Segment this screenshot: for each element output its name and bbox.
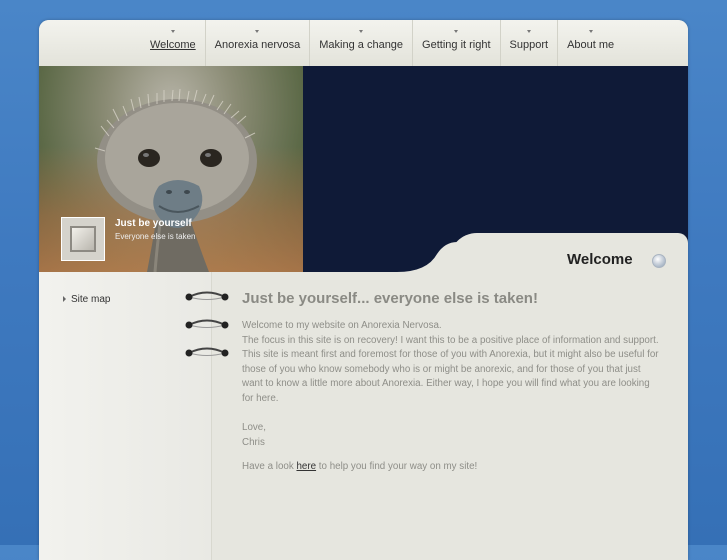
look-prefix: Have a look	[242, 461, 297, 472]
nav-item-about-me[interactable]: About me	[557, 20, 623, 66]
signature-text: Chris	[242, 436, 265, 448]
caption-logo-icon	[61, 217, 105, 261]
nav-link-support[interactable]: Support	[510, 39, 549, 51]
arrow-right-icon	[63, 296, 66, 303]
top-navigation: Welcome Anorexia nervosa Making a change…	[39, 20, 688, 67]
nav-indicator-icon	[359, 30, 364, 33]
welcome-tab: Welcome	[397, 233, 688, 272]
nav-item-getting-it-right[interactable]: Getting it right	[412, 20, 499, 66]
nav-indicator-icon	[526, 30, 531, 33]
body-text: The focus in this site is on recovery! I…	[242, 334, 659, 404]
welcome-badge-icon	[652, 254, 666, 268]
nav-item-making-a-change[interactable]: Making a change	[309, 20, 412, 66]
nav-link-about-me[interactable]: About me	[567, 39, 614, 51]
section-title: Welcome	[567, 251, 633, 268]
binder-ring-icon	[185, 319, 229, 329]
nav-link-welcome[interactable]: Welcome	[150, 39, 196, 51]
nav-link-anorexia-nervosa[interactable]: Anorexia nervosa	[215, 39, 301, 51]
page-heading: Just be yourself... everyone else is tak…	[242, 290, 538, 307]
look-text: Have a look here to help you find your w…	[242, 460, 662, 475]
sidebar-item-site-map[interactable]: Site map	[63, 294, 110, 305]
nav-item-anorexia-nervosa[interactable]: Anorexia nervosa	[204, 20, 310, 66]
look-suffix: to help you find your way on my site!	[316, 461, 478, 472]
sidebar: Site map	[39, 272, 212, 560]
signoff-text: Love,	[242, 422, 266, 433]
nav-list: Welcome Anorexia nervosa Making a change…	[141, 20, 623, 66]
header-banner: Just be yourself Everyone else is taken …	[39, 66, 688, 272]
sidebar-item-label: Site map	[71, 294, 111, 305]
nav-item-welcome[interactable]: Welcome	[141, 20, 205, 66]
nav-indicator-icon	[255, 30, 260, 33]
nav-indicator-icon	[588, 30, 593, 33]
nav-link-making-a-change[interactable]: Making a change	[319, 39, 403, 51]
page-frame: Welcome Anorexia nervosa Making a change…	[39, 20, 688, 560]
main-content: Just be yourself... everyone else is tak…	[242, 290, 662, 475]
ostrich-photo: Just be yourself Everyone else is taken	[39, 66, 303, 272]
nav-link-getting-it-right[interactable]: Getting it right	[422, 39, 490, 51]
caption-subtitle: Everyone else is taken	[115, 232, 196, 241]
binder-ring-icon	[185, 347, 229, 357]
binder-ring-icon	[185, 291, 229, 301]
nav-indicator-icon	[170, 30, 175, 33]
caption-title: Just be yourself	[115, 218, 192, 229]
tab-curve-shape	[397, 242, 457, 272]
nav-item-support[interactable]: Support	[499, 20, 558, 66]
intro-text: Welcome to my website on Anorexia Nervos…	[242, 320, 442, 331]
nav-indicator-icon	[454, 30, 459, 33]
here-link[interactable]: here	[296, 461, 316, 472]
